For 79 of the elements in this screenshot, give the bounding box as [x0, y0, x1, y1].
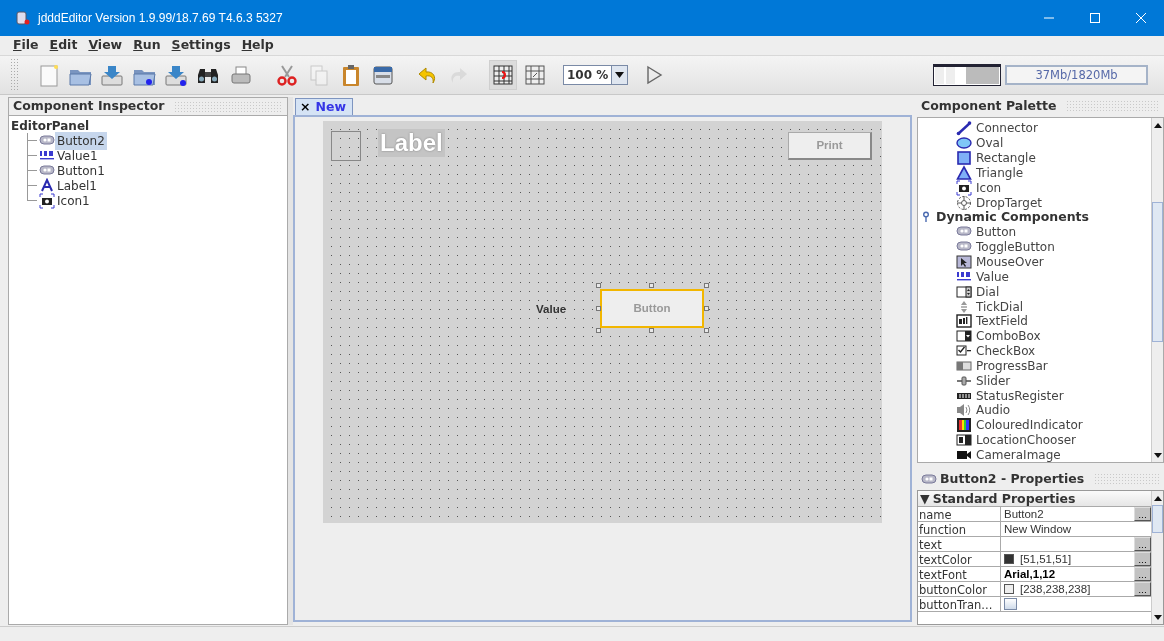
spinner-icon	[956, 283, 972, 300]
tree-item[interactable]: Button2	[55, 131, 107, 150]
close-tab-button[interactable]: ×	[300, 97, 311, 117]
textfield-icon	[956, 313, 972, 330]
scroll-down-icon[interactable]	[1153, 614, 1162, 620]
zoom-dropdown[interactable]: 100 %	[563, 65, 629, 85]
caret-icon	[615, 72, 625, 78]
menu-item[interactable]: Edit	[48, 36, 79, 55]
property-name: name	[918, 507, 1001, 522]
resize-handle[interactable]	[704, 283, 709, 288]
property-name: function	[918, 522, 1001, 537]
canvas-value[interactable]: Value	[536, 301, 567, 319]
menu-item[interactable]: Help	[240, 36, 275, 55]
snap-grid-icon	[523, 63, 547, 87]
property-name: textFont	[918, 567, 1001, 582]
scroll-up-icon[interactable]	[1153, 122, 1162, 128]
tree-root[interactable]: EditorPanel	[11, 118, 285, 133]
camera-icon	[956, 179, 972, 196]
ellipsis-button[interactable]: ...	[1134, 507, 1151, 522]
ellipsis-button[interactable]: ...	[1134, 567, 1151, 582]
copy-icon	[307, 63, 331, 87]
window-title: jdddEditor Version 1.9.99/18.7.69 T4.6.3 5327	[38, 10, 284, 27]
resize-handle[interactable]	[596, 283, 601, 288]
ellipsis-button[interactable]: ...	[1134, 537, 1151, 552]
triangle-icon	[956, 164, 972, 181]
property-name: text	[918, 537, 1001, 552]
scroll-down-icon[interactable]	[1153, 452, 1162, 458]
maximize-icon[interactable]	[1089, 12, 1101, 24]
expand-toggle-icon[interactable]	[922, 211, 930, 224]
printer-icon	[229, 63, 253, 87]
scrollbar-thumb[interactable]	[1152, 505, 1163, 534]
font-icon	[39, 177, 55, 194]
close-icon[interactable]	[1135, 12, 1147, 24]
window-thumbnail-icon	[933, 64, 1001, 86]
spectrum-icon	[956, 417, 972, 434]
section-header: Standard Properties	[932, 491, 1076, 508]
pill-icon	[921, 473, 937, 486]
ellipsis-button[interactable]: ...	[1134, 582, 1151, 597]
empty-icon-placeholder[interactable]	[331, 131, 361, 161]
collapse-toggle[interactable]: ▼	[920, 491, 930, 509]
target-icon	[956, 194, 972, 211]
panel-title: Component Inspector	[13, 97, 165, 116]
checkbox[interactable]	[1004, 598, 1017, 611]
location-icon	[956, 432, 972, 449]
scrollbar-thumb[interactable]	[1152, 202, 1163, 342]
grid-button[interactable]	[489, 60, 517, 90]
editor-tab[interactable]: × New	[295, 98, 353, 115]
panel-title: Component Palette	[921, 96, 1057, 115]
resize-handle[interactable]	[649, 283, 654, 288]
grid-icon	[491, 63, 515, 87]
panel-title: Button2 - Properties	[940, 470, 1085, 489]
menu-item[interactable]: Run	[132, 36, 162, 55]
drive-arrow-disk-icon	[164, 63, 188, 87]
oval-icon	[956, 135, 972, 152]
camera-icon	[39, 192, 55, 209]
dropdown-icon	[956, 328, 972, 345]
scissors-icon	[275, 63, 299, 87]
resize-handle[interactable]	[596, 328, 601, 333]
property-name: buttonTran...	[918, 597, 1001, 612]
ellipsis-button[interactable]: ...	[1134, 552, 1151, 567]
resize-handle[interactable]	[596, 305, 601, 311]
line-icon	[956, 120, 972, 137]
scroll-up-icon[interactable]	[1153, 495, 1162, 501]
property-name: textColor	[918, 552, 1001, 567]
menu-item[interactable]: Settings	[170, 36, 232, 55]
cursor-icon	[956, 254, 972, 270]
menu-item[interactable]: View	[87, 36, 124, 55]
resize-handle[interactable]	[704, 305, 709, 311]
resize-handle[interactable]	[704, 328, 709, 333]
property-name: buttonColor	[918, 582, 1001, 597]
design-canvas[interactable]: Label Print Value Button	[323, 121, 882, 523]
menu-item[interactable]: File	[12, 36, 40, 55]
app-logo-icon	[16, 11, 30, 25]
square-icon	[956, 150, 972, 167]
drive-arrow-icon	[100, 63, 124, 87]
speaker-icon	[956, 402, 972, 419]
panel-icon	[371, 63, 395, 87]
memory-indicator: 37Mb/1820Mb	[1005, 65, 1148, 85]
resize-handle[interactable]	[649, 328, 654, 333]
